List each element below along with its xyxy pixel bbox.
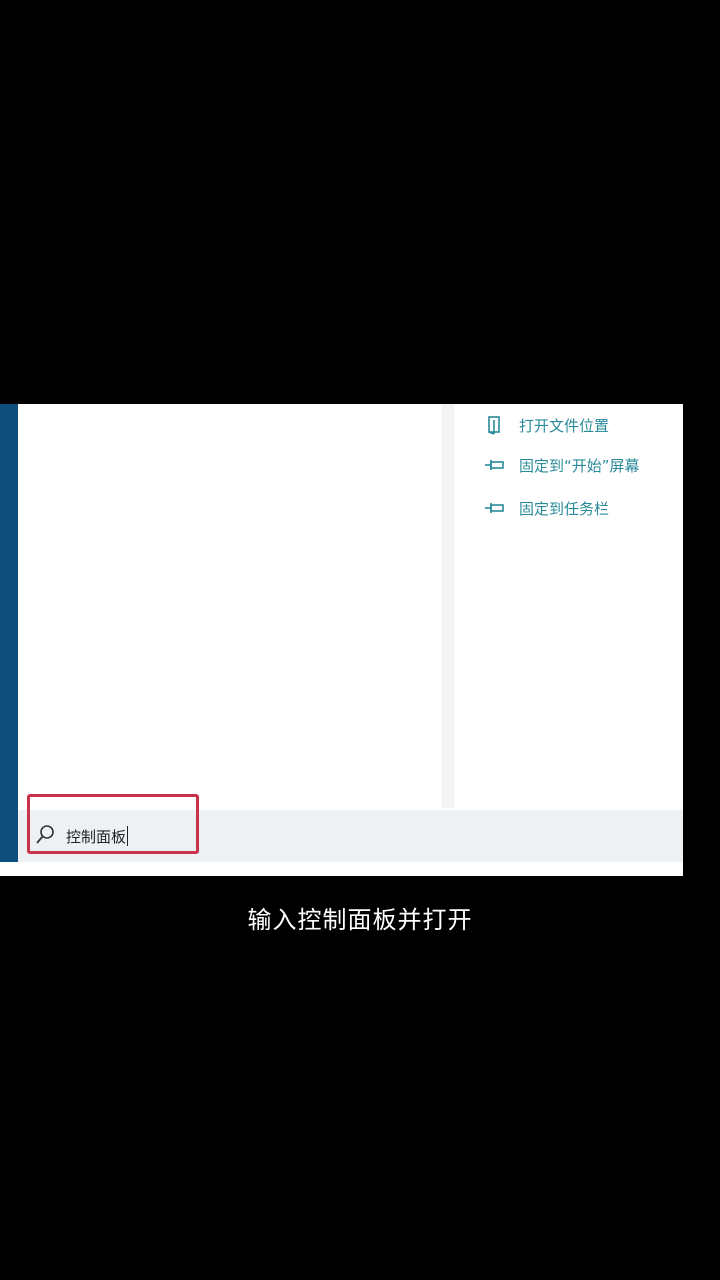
- action-pin-to-start[interactable]: 固定到“开始”屏幕: [483, 450, 640, 480]
- start-menu-screenshot: 打开文件位置 固定到“开始”屏幕 固定到任务栏 控制面板: [0, 404, 683, 876]
- pin-icon: [483, 499, 507, 517]
- action-label: 固定到任务栏: [519, 499, 610, 518]
- start-menu-left-bar: [0, 404, 18, 862]
- app-actions-pane: 打开文件位置 固定到“开始”屏幕 固定到任务栏: [455, 404, 683, 808]
- video-caption: 输入控制面板并打开: [247, 906, 473, 934]
- search-results-pane: [22, 404, 440, 808]
- action-label: 固定到“开始”屏幕: [519, 456, 640, 475]
- video-frame: 打开文件位置 固定到“开始”屏幕 固定到任务栏 控制面板 输入控制面板并打开: [0, 0, 720, 1280]
- search-highlight-box: [27, 794, 199, 854]
- pane-divider: [441, 404, 455, 808]
- open-folder-icon: [483, 416, 507, 435]
- action-open-file-location[interactable]: 打开文件位置: [483, 410, 609, 440]
- action-pin-to-taskbar[interactable]: 固定到任务栏: [483, 493, 609, 523]
- action-label: 打开文件位置: [519, 416, 610, 435]
- pin-icon: [483, 456, 507, 474]
